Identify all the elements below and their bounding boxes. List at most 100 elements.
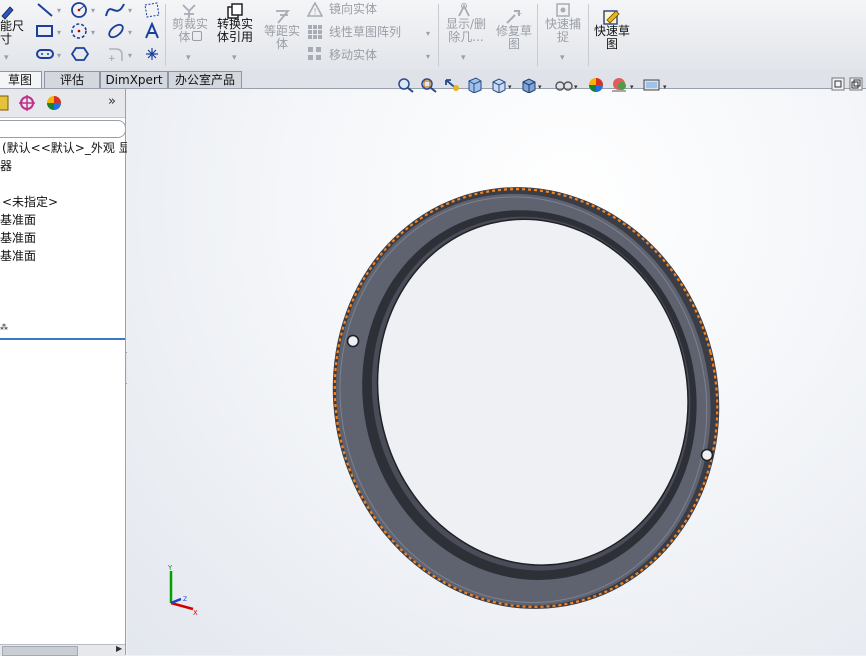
svg-text:+: + — [516, 9, 522, 18]
quick-sketch-label-2: 图 — [605, 37, 618, 51]
minimize-icon[interactable] — [831, 77, 845, 94]
expand-panel-icon[interactable]: » — [108, 95, 116, 108]
smart-dimension-label-2: 寸 — [0, 32, 13, 46]
rectangle-icon[interactable] — [35, 23, 55, 39]
svg-text:▾: ▾ — [574, 83, 578, 91]
convert-label-2: 体引用 — [216, 30, 253, 44]
quick-sketch-label[interactable]: 快速草 图 — [591, 25, 633, 51]
property-manager-icon[interactable] — [0, 94, 10, 112]
show-relations-icon[interactable] — [455, 2, 473, 18]
display-icon[interactable]: ▾ — [643, 77, 671, 96]
snap-icon[interactable] — [554, 2, 572, 18]
line-icon[interactable] — [36, 2, 54, 18]
smart-dimension-icon[interactable] — [0, 4, 14, 20]
mirror-label[interactable]: 镜向实体 — [329, 3, 377, 16]
show-delete-label[interactable]: 显示/删 除几... — [444, 18, 488, 44]
smart-dimension-label[interactable]: 能尺 寸 — [0, 20, 26, 46]
offset-label[interactable]: 等距实 体 — [262, 25, 302, 51]
rectangle-dropdown-icon[interactable]: ▾ — [57, 26, 61, 39]
trim-label-2: 体 — [171, 31, 209, 44]
spline-dropdown-icon[interactable]: ▾ — [128, 4, 132, 17]
polygon-arc-icon[interactable] — [70, 22, 88, 40]
section-view-icon[interactable] — [466, 77, 484, 96]
spline-icon[interactable] — [104, 1, 126, 19]
filter-input[interactable] — [0, 120, 126, 138]
quick-snap-label[interactable]: 快速捕 捉 — [542, 18, 584, 44]
point-icon[interactable] — [144, 46, 160, 62]
configuration-manager-icon[interactable] — [17, 94, 37, 112]
pattern-icon[interactable] — [307, 24, 323, 40]
quick-snap-dropdown-icon[interactable]: ▾ — [560, 52, 565, 65]
fillet-dropdown-icon[interactable]: ▾ — [128, 49, 132, 62]
scene-icon[interactable]: ▾ — [611, 77, 639, 96]
move-dropdown-icon[interactable]: ▾ — [426, 50, 430, 63]
fillet-icon[interactable]: + — [106, 46, 126, 62]
arc-dropdown-icon[interactable]: ▾ — [91, 26, 95, 39]
appearance-icon[interactable] — [588, 77, 606, 96]
text-icon[interactable] — [143, 22, 161, 40]
ellipse-icon[interactable] — [106, 22, 126, 40]
plane-icon[interactable] — [143, 1, 161, 19]
convert-label[interactable]: 转换实 体引用 — [214, 18, 256, 44]
coordinate-triad: Y X Z — [167, 564, 198, 617]
zoom-area-icon[interactable] — [420, 77, 438, 96]
toolbar-separator — [165, 4, 166, 66]
tab-office-products[interactable]: 办公室产品 — [168, 71, 242, 88]
tree-item-root[interactable]: (默认<<默认>_外观 显示 — [2, 141, 143, 155]
show-delete-dropdown-icon[interactable]: ▾ — [461, 52, 466, 65]
graphics-area[interactable]: Y X Z — [127, 89, 866, 655]
tree-item-right-plane[interactable]: 基准面 — [0, 249, 36, 263]
toolbar-separator — [588, 4, 589, 66]
slot-icon[interactable] — [35, 46, 55, 62]
linear-pattern-label[interactable]: 线性草图阵列 — [329, 26, 401, 39]
tab-dimxpert[interactable]: DimXpert — [100, 71, 168, 88]
slot-dropdown-icon[interactable]: ▾ — [57, 49, 61, 62]
restore-icon[interactable] — [849, 77, 863, 94]
rollback-bar[interactable] — [0, 338, 125, 340]
tree-item-front-plane[interactable]: 基准面 — [0, 213, 36, 227]
toolbar-separator — [438, 4, 439, 66]
trim-dropdown-icon[interactable]: ▾ — [186, 52, 191, 65]
mirror-icon[interactable]: ! — [307, 2, 323, 18]
move-icon[interactable] — [307, 46, 323, 62]
svg-text:Z: Z — [183, 596, 187, 603]
scroll-right-icon[interactable]: ▶ — [116, 644, 122, 653]
dropdown-arrow-icon[interactable]: ▾ — [4, 52, 9, 65]
hide-show-icon[interactable]: ▾ — [554, 77, 582, 96]
tree-item-top-plane[interactable]: 基准面 — [0, 231, 36, 245]
zoom-fit-icon[interactable] — [397, 77, 415, 96]
tree-item-sensors[interactable]: 器 — [0, 159, 12, 173]
circle-icon[interactable] — [70, 1, 88, 19]
tab-sketch[interactable]: 草图 — [0, 71, 42, 88]
previous-view-icon[interactable] — [443, 77, 461, 96]
svg-text:+: + — [108, 54, 116, 62]
feature-manager-panel: » (默认<<默认>_外观 显示 器 <未指定> 基准面 基准面 基准面 ⁂ ▶ — [0, 89, 143, 656]
tree-item-origin-marker[interactable]: ⁂ — [0, 321, 8, 335]
ring-model[interactable] — [127, 89, 866, 655]
display-style-icon[interactable]: ▾ — [521, 77, 545, 96]
circle-dropdown-icon[interactable]: ▾ — [91, 4, 95, 17]
command-manager-toolbar: 能尺 寸 ▾ ▾ ▾ ▾ ▾ ▾ ▾ ▾ + ▾ 剪裁实 体 ▾ 转换实 体引用… — [0, 0, 866, 71]
pattern-dropdown-icon[interactable]: ▾ — [426, 27, 430, 40]
svg-text:Y: Y — [167, 564, 173, 572]
trim-label[interactable]: 剪裁实 体 — [171, 18, 209, 44]
line-dropdown-icon[interactable]: ▾ — [57, 4, 61, 17]
show-delete-label-2: 除几... — [448, 30, 484, 44]
display-manager-icon[interactable] — [44, 94, 64, 112]
svg-text:▾: ▾ — [508, 83, 512, 91]
tree-item-material[interactable]: <未指定> — [2, 195, 58, 209]
convert-dropdown-icon[interactable]: ▾ — [232, 52, 237, 65]
trim-label-2-text: 体 — [178, 30, 191, 44]
repair-label-2: 图 — [507, 37, 520, 51]
view-orientation-icon[interactable]: ▾ — [491, 77, 515, 96]
repair-label[interactable]: 修复草 图 — [494, 25, 534, 51]
panel-horizontal-scrollbar[interactable]: ▶ — [0, 644, 125, 656]
move-label[interactable]: 移动实体 — [329, 49, 377, 62]
svg-text:▾: ▾ — [663, 83, 667, 91]
ellipse-dropdown-icon[interactable]: ▾ — [128, 26, 132, 39]
toolbar-separator — [537, 4, 538, 66]
quick-snap-label-2: 捉 — [556, 30, 569, 44]
svg-text:▾: ▾ — [630, 83, 634, 91]
tab-evaluate[interactable]: 评估 — [44, 71, 100, 88]
polygon-icon[interactable] — [71, 46, 89, 62]
